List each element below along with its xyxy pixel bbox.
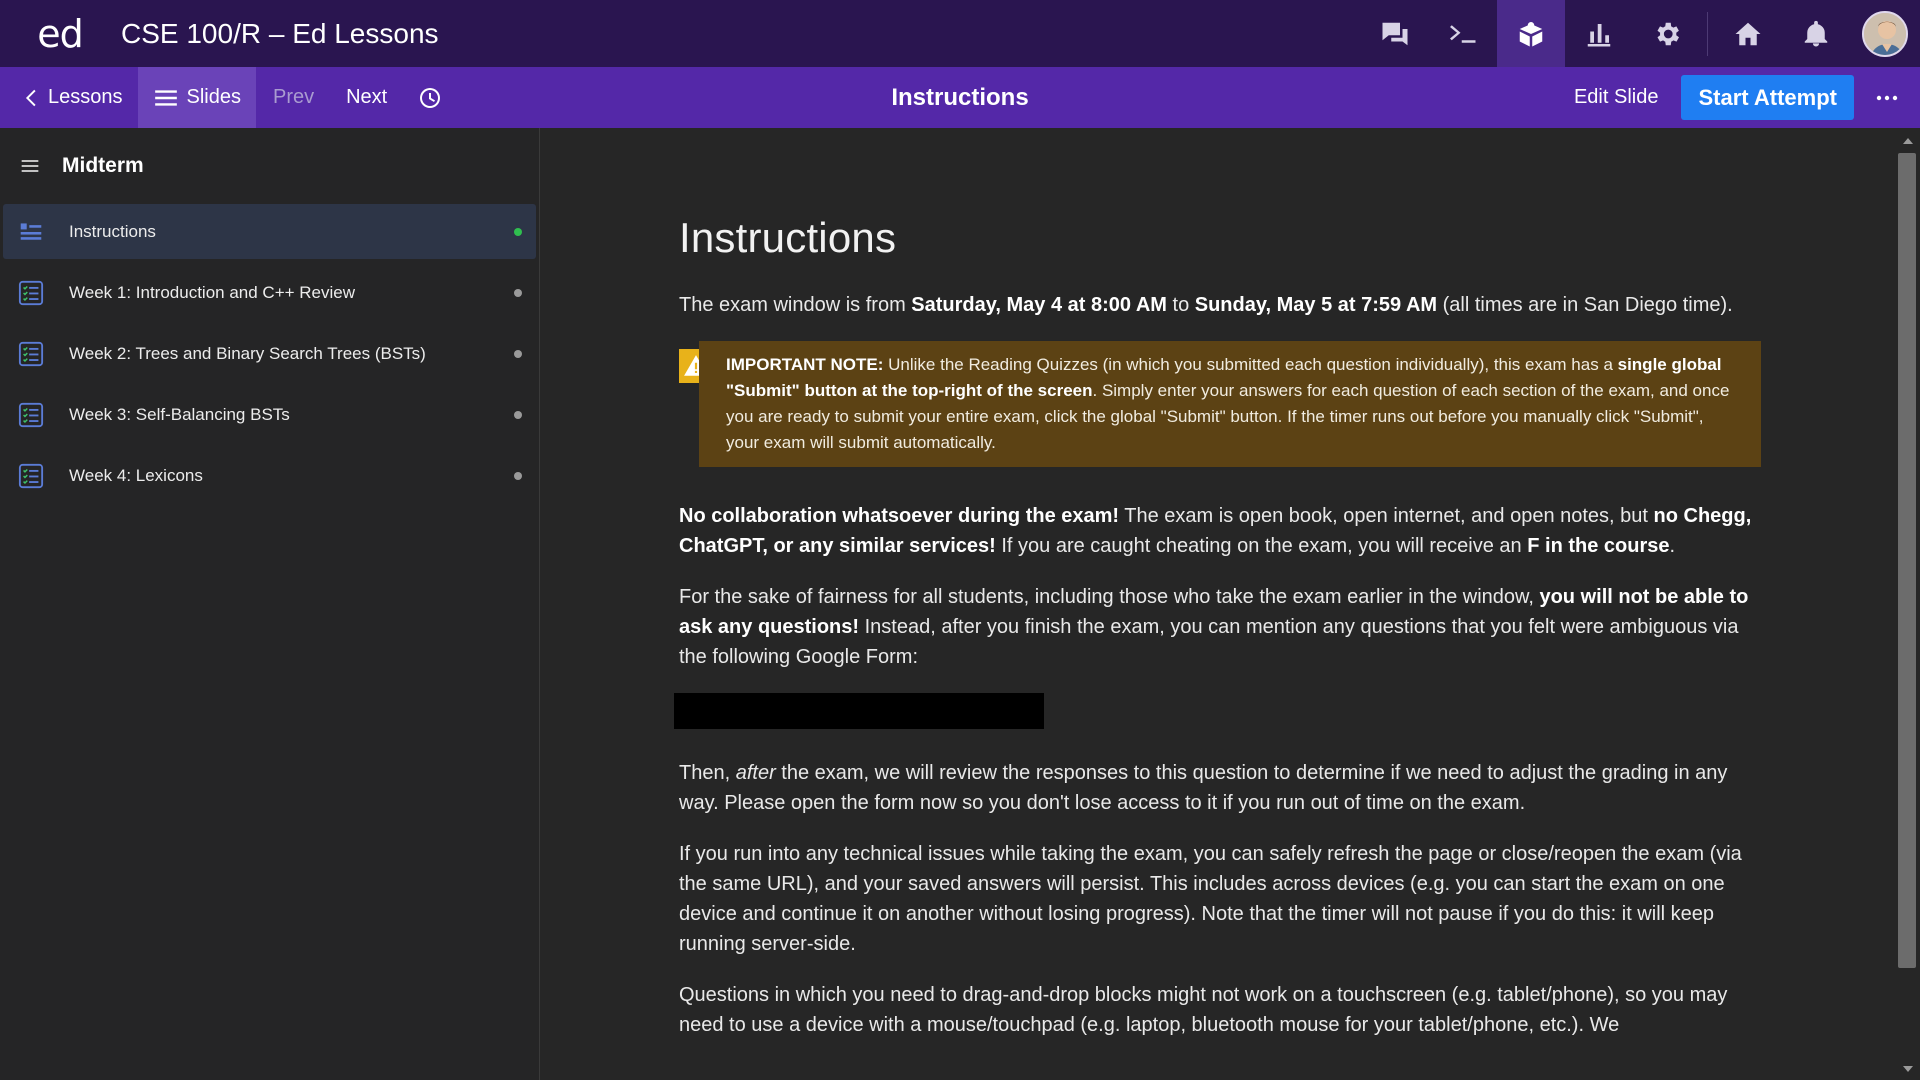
next-button[interactable]: Next (329, 67, 402, 128)
home-icon[interactable] (1714, 0, 1782, 67)
text-run: If you are caught cheating on the exam, … (995, 535, 1528, 557)
important-note-text: IMPORTANT NOTE: Unlike the Reading Quizz… (699, 341, 1761, 467)
text-run: Unlike the Reading Quizzes (in which you… (883, 355, 1618, 374)
avatar[interactable] (1850, 0, 1920, 67)
exam-start-time: Saturday, May 4 at 8:00 AM (911, 294, 1167, 316)
scroll-down-arrow-icon[interactable] (1903, 1066, 1913, 1072)
slide-list: Instructions Week 1: Introduction and C+… (0, 204, 539, 503)
lesson-title: Midterm (62, 154, 144, 177)
lessons-back-label: Lessons (48, 86, 123, 108)
slide-item-label: Instructions (69, 221, 156, 241)
slides-toggle-button[interactable]: Slides (137, 67, 256, 128)
content-scrollbar[interactable] (1895, 128, 1920, 1080)
form-review-paragraph: Then, after the exam, we will review the… (679, 758, 1761, 818)
quiz-slide-icon (17, 462, 45, 490)
exam-window-paragraph: The exam window is from Saturday, May 4 … (679, 290, 1761, 320)
emphasis: F in the course (1527, 535, 1670, 557)
slide-item-week-2[interactable]: Week 2: Trees and Binary Search Trees (B… (3, 326, 536, 381)
chevron-left-icon (25, 89, 36, 106)
slides-label: Slides (186, 86, 241, 108)
terminal-icon[interactable] (1429, 0, 1497, 67)
slide-item-label: Week 1: Introduction and C++ Review (69, 282, 356, 302)
top-icon-group (1361, 0, 1920, 67)
text-run: Then, (679, 762, 736, 784)
analytics-icon[interactable] (1565, 0, 1633, 67)
lessons-icon[interactable] (1497, 0, 1565, 67)
slide-item-instructions[interactable]: Instructions (3, 204, 536, 259)
questions-policy-paragraph: For the sake of fairness for all student… (679, 582, 1761, 672)
bell-icon[interactable] (1782, 0, 1850, 67)
clock-icon[interactable] (402, 67, 457, 128)
document-slide-icon (17, 218, 45, 246)
pending-status-dot (514, 472, 522, 480)
top-navbar: ed CSE 100/R – Ed Lessons (0, 0, 1920, 67)
scroll-up-arrow-icon[interactable] (1903, 138, 1913, 144)
text-run: The exam is open book, open internet, an… (1119, 505, 1654, 527)
slide-item-label: Week 4: Lexicons (69, 465, 203, 485)
note-heading: IMPORTANT NOTE: (726, 355, 884, 374)
emphasis: No collaboration whatsoever during the e… (679, 505, 1120, 527)
pending-status-dot (514, 350, 522, 358)
quiz-slide-icon (17, 279, 45, 307)
more-options-icon[interactable] (1854, 67, 1920, 128)
scrollbar-thumb[interactable] (1898, 153, 1916, 968)
slide-item-label: Week 2: Trees and Binary Search Trees (B… (69, 343, 426, 363)
pending-status-dot (514, 289, 522, 297)
important-note-callout: IMPORTANT NOTE: Unlike the Reading Quizz… (679, 341, 1761, 467)
slide-item-week-3[interactable]: Week 3: Self-Balancing BSTs (3, 387, 536, 442)
redacted-form-link[interactable] (674, 693, 1044, 729)
lesson-toolbar: Lessons Slides Prev Next Instructions Ed… (0, 67, 1920, 128)
toolbar-actions: Edit Slide Start Attempt (1574, 67, 1920, 128)
pending-status-dot (514, 411, 522, 419)
quiz-slide-icon (17, 401, 45, 429)
prev-button[interactable]: Prev (256, 67, 329, 128)
sidebar-header: Midterm (0, 128, 539, 204)
lessons-back-button[interactable]: Lessons (0, 67, 138, 128)
hamburger-menu-icon (154, 89, 177, 106)
settings-icon[interactable] (1633, 0, 1701, 67)
slide-document: Instructions The exam window is from Sat… (674, 128, 1761, 1061)
collaboration-policy-paragraph: No collaboration whatsoever during the e… (679, 501, 1761, 561)
text-run: . (1669, 535, 1676, 557)
toolbar-divider (1707, 11, 1708, 56)
emphasis-italic: after (735, 762, 776, 784)
slide-item-week-4[interactable]: Week 4: Lexicons (3, 448, 536, 503)
ed-logo[interactable]: ed (0, 12, 120, 56)
slide-item-label: Week 3: Self-Balancing BSTs (69, 404, 290, 424)
course-title[interactable]: CSE 100/R – Ed Lessons (121, 18, 439, 50)
start-attempt-button[interactable]: Start Attempt (1681, 75, 1854, 120)
document-title: Instructions (679, 214, 897, 261)
slide-content-area: Instructions The exam window is from Sat… (541, 128, 1895, 1080)
text-run: to (1166, 294, 1195, 316)
text-run: the exam, we will review the responses t… (679, 762, 1728, 814)
user-avatar-image (1862, 10, 1908, 57)
text-run: For the sake of fairness for all student… (679, 586, 1540, 608)
slides-sidebar: Midterm Instructions Week 1: Introductio… (0, 128, 540, 1080)
slide-item-week-1[interactable]: Week 1: Introduction and C++ Review (3, 265, 536, 320)
technical-issues-paragraph: If you run into any technical issues whi… (679, 843, 1742, 955)
quiz-slide-icon (17, 340, 45, 368)
edit-slide-button[interactable]: Edit Slide (1574, 86, 1659, 109)
drag-and-drop-paragraph: Questions in which you need to drag-and-… (679, 984, 1728, 1036)
sidebar-menu-icon[interactable] (20, 156, 40, 176)
discussion-icon[interactable] (1361, 0, 1429, 67)
text-run: The exam window is from (679, 294, 912, 316)
text-run: (all times are in San Diego time). (1437, 294, 1733, 316)
exam-end-time: Sunday, May 5 at 7:59 AM (1194, 294, 1438, 316)
completed-status-dot (514, 228, 522, 236)
